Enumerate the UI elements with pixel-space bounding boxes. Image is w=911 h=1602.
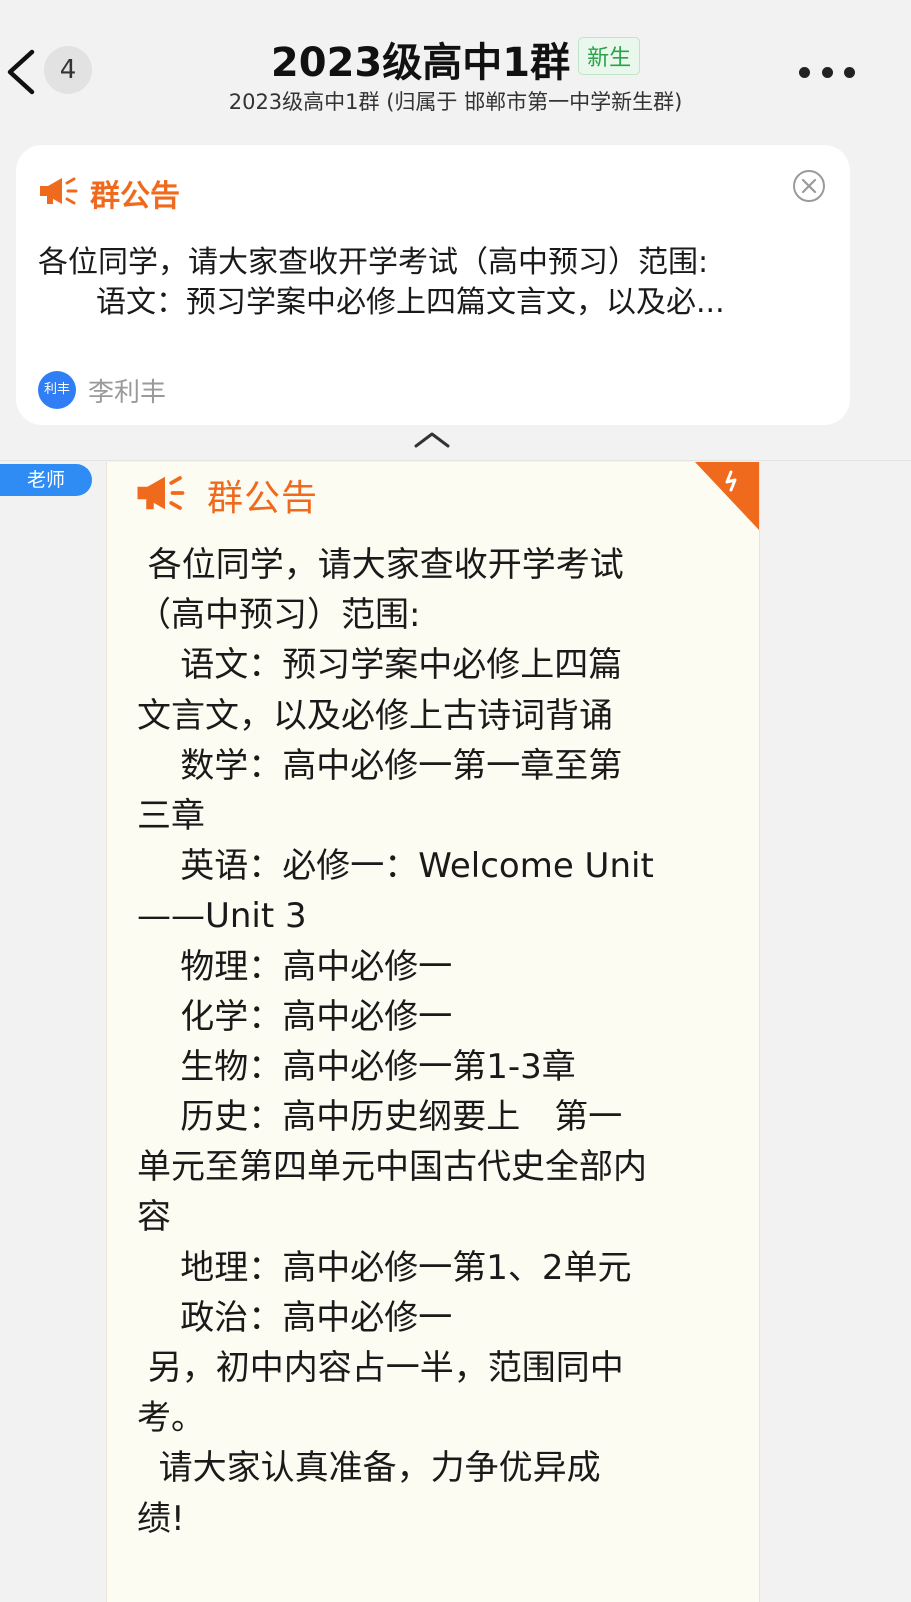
announcement-line: 历史：高中历史纲要上 第一 — [137, 1097, 623, 1138]
pinned-announcement-card[interactable]: 群公告 各位同学，请大家查收开学考试（高中预习）范围: 语文：预习学案中必修上四… — [16, 145, 850, 425]
announcement-line: 单元至第四单元中国古代史全部内 — [137, 1147, 647, 1188]
announcement-header: 群公告 — [135, 470, 318, 520]
corner-flag-icon — [695, 462, 759, 530]
new-student-badge: 新生 — [578, 37, 641, 75]
preview-line: 各位同学，请大家查收开学考试（高中预习）范围: — [38, 245, 709, 280]
title-row: 2023级高中1群 新生 — [0, 30, 911, 88]
pinned-announcement-header: 群公告 — [38, 173, 180, 214]
preview-line: 语文：预习学案中必修上四篇文言文，以及必... — [96, 285, 725, 320]
announcement-line: 语文：预习学案中必修上四篇 — [137, 645, 623, 686]
megaphone-icon — [135, 473, 185, 517]
pinned-announcement-preview: 各位同学，请大家查收开学考试（高中预习）范围: 语文：预习学案中必修上四篇文言文… — [38, 243, 828, 323]
divider — [0, 460, 911, 461]
announcement-line: 各位同学，请大家查收开学考试 — [137, 545, 624, 585]
announcement-line: 请大家认真准备，力争优异成 — [137, 1448, 601, 1489]
role-tag-teacher: 老师 — [0, 464, 92, 496]
avatar: 利丰 — [38, 371, 76, 409]
more-options-icon[interactable] — [799, 64, 855, 80]
announcement-line: 另，初中内容占一半，范围同中 — [137, 1348, 624, 1388]
announcement-line: 数学：高中必修一第一章至第 — [137, 745, 623, 786]
announcement-line: 生物：高中必修一第1-3章 — [137, 1046, 576, 1087]
group-subtitle: 2023级高中1群 (归属于 邯郸市第一中学新生群) — [228, 90, 683, 114]
announcement-line: 物理：高中必修一 — [137, 946, 453, 987]
announcement-line: 三章 — [137, 795, 205, 836]
chevron-up-icon[interactable] — [412, 428, 452, 450]
announcement-line: 地理：高中必修一第1、2单元 — [137, 1247, 632, 1288]
announcement-line: 容 — [137, 1197, 171, 1238]
author-name: 李利丰 — [88, 377, 167, 408]
close-icon[interactable] — [792, 169, 826, 203]
announcement-line: （高中预习）范围: — [137, 595, 421, 636]
announcement-line: ——Unit 3 — [137, 896, 307, 937]
announcement-message-card[interactable]: 群公告 各位同学，请大家查收开学考试 （高中预习）范围: 语文：预习学案中必修上… — [106, 462, 760, 1602]
announcement-author: 利丰 李利丰 — [38, 371, 166, 409]
announcement-line: 绩! — [137, 1498, 185, 1539]
announcement-line: 文言文，以及必修上古诗词背诵 — [137, 695, 613, 736]
announcement-line: 考。 — [137, 1398, 205, 1439]
announcement-body: 各位同学，请大家查收开学考试 （高中预习）范围: 语文：预习学案中必修上四篇 文… — [137, 540, 737, 1544]
pinned-announcement-label: 群公告 — [90, 179, 180, 214]
announcement-line: 英语：必修一：Welcome Unit — [137, 846, 654, 887]
megaphone-icon — [38, 175, 78, 211]
announcement-line: 化学：高中必修一 — [137, 996, 453, 1037]
announcement-line: 政治：高中必修一 — [137, 1297, 453, 1338]
chat-header: 4 2023级高中1群 新生 2023级高中1群 (归属于 邯郸市第一中学新生群) — [0, 0, 911, 140]
group-title: 2023级高中1群 — [270, 40, 571, 86]
announcement-label: 群公告 — [207, 478, 319, 519]
